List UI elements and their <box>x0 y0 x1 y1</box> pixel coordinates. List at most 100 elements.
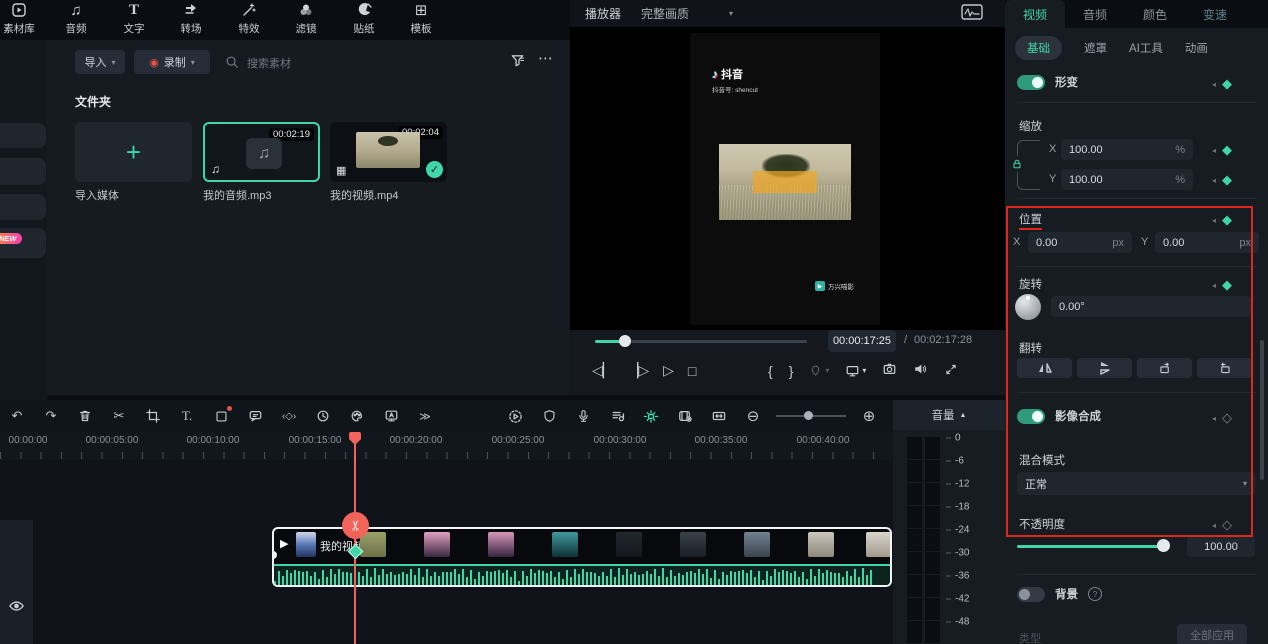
help-icon[interactable]: ? <box>1088 587 1102 601</box>
preview-quality-button[interactable] <box>672 405 698 427</box>
tab-filters[interactable]: 滤镜 <box>284 2 328 39</box>
scale-x-keyframe[interactable]: ◂◆ <box>1212 142 1232 158</box>
tab-speed[interactable]: 变速 <box>1185 0 1245 28</box>
rotate-dial[interactable] <box>1015 294 1041 320</box>
media-item-video[interactable]: 00:02:04 ▦ ✓ <box>330 122 447 182</box>
text-tool-button[interactable]: T. <box>174 405 200 427</box>
clip-left-handle[interactable] <box>272 551 277 559</box>
speed-button[interactable] <box>310 405 336 427</box>
fullscreen-button[interactable] <box>944 363 958 379</box>
play-button[interactable]: ▷ <box>663 362 674 379</box>
search-box[interactable]: 搜索素材 <box>225 51 475 75</box>
filter-button[interactable] <box>510 53 525 71</box>
audio-mixer-button[interactable] <box>604 405 630 427</box>
compositing-keyframe[interactable]: ◂◇ <box>1212 410 1232 426</box>
clip-play-icon[interactable]: ▶ <box>280 537 288 550</box>
next-frame-button[interactable]: ▕▷ <box>628 362 650 379</box>
mark-in-button[interactable]: { <box>768 363 773 379</box>
tab-color[interactable]: 颜色 <box>1125 0 1185 28</box>
apply-all-button[interactable]: 全部应用 <box>1177 624 1247 644</box>
rotate-cw-button[interactable] <box>1137 358 1192 378</box>
position-y-input[interactable]: 0.00px <box>1155 232 1259 253</box>
import-button[interactable]: 导入▾ <box>75 50 125 74</box>
sidebar-item[interactable]: NEW <box>0 228 46 258</box>
mask-tool-button[interactable] <box>208 405 234 427</box>
opacity-slider[interactable] <box>1017 545 1165 548</box>
tab-media-library[interactable]: 素材库 <box>0 2 41 39</box>
smart-edit-button[interactable] <box>638 405 664 427</box>
snapshot-button[interactable] <box>882 362 897 379</box>
background-toggle[interactable] <box>1017 587 1045 602</box>
shield-button[interactable] <box>536 405 562 427</box>
volume-button[interactable] <box>913 362 928 379</box>
zoom-in-button[interactable]: ⊕ <box>856 405 882 427</box>
crop-button[interactable] <box>140 405 166 427</box>
rotate-input[interactable]: 0.00° <box>1051 296 1251 317</box>
tab-transition[interactable]: 转场 <box>169 2 213 39</box>
quality-dropdown[interactable]: 完整画质▾ <box>641 5 733 22</box>
track1-visibility-eye-icon[interactable] <box>9 600 24 615</box>
seek-knob[interactable] <box>619 335 631 347</box>
compositing-toggle[interactable] <box>1017 409 1045 424</box>
waveform-monitor-button[interactable] <box>961 4 983 23</box>
subtab-basic[interactable]: 基础 <box>1015 36 1062 60</box>
delete-button[interactable] <box>72 405 98 427</box>
lock-icon[interactable] <box>1009 156 1025 172</box>
opacity-value[interactable]: 100.00 <box>1187 536 1255 557</box>
undo-button[interactable]: ↶ <box>4 405 30 427</box>
tab-stickers[interactable]: 贴纸 <box>342 2 386 39</box>
tab-audio-props[interactable]: 音频 <box>1065 0 1125 28</box>
redo-button[interactable]: ↷ <box>38 405 64 427</box>
zoom-out-button[interactable]: ⊖ <box>740 405 766 427</box>
rotate-ccw-button[interactable] <box>1197 358 1252 378</box>
split-button[interactable]: ✂ <box>106 405 132 427</box>
transform-keyframe[interactable]: ◂◆ <box>1212 76 1232 92</box>
tab-audio[interactable]: ♫ 音频 <box>54 2 98 39</box>
subtab-ai-tools[interactable]: AI工具 <box>1129 40 1163 56</box>
media-item-audio[interactable]: 00:02:19 ♫ ♫ <box>203 122 320 182</box>
timeline-clip-video[interactable]: ▶ 我的视频 <box>272 527 892 587</box>
tab-templates[interactable]: ⊞ 模板 <box>399 2 443 39</box>
tab-video[interactable]: 视频 <box>1005 0 1065 28</box>
tab-text[interactable]: T 文字 <box>112 2 156 39</box>
playhead-split-scissors-button[interactable]: ✂ <box>342 512 369 539</box>
auto-caption-button[interactable] <box>378 405 404 427</box>
position-keyframe[interactable]: ◂◆ <box>1212 212 1232 228</box>
speech-to-text-button[interactable] <box>242 405 268 427</box>
subtab-mask[interactable]: 遮罩 <box>1084 40 1107 56</box>
sidebar-item[interactable] <box>0 123 46 148</box>
voiceover-mic-button[interactable] <box>570 405 596 427</box>
timeline-ruler[interactable]: 00:00:00 00:00:05:00 00:00:10:00 00:00:1… <box>0 432 893 460</box>
sidebar-item[interactable] <box>0 194 46 220</box>
import-media-tile[interactable]: + <box>75 122 192 182</box>
panel-scrollbar[interactable] <box>1260 340 1264 480</box>
more-tools-button[interactable]: ≫ <box>412 405 438 427</box>
fit-timeline-button[interactable] <box>706 405 732 427</box>
scale-y-keyframe[interactable]: ◂◆ <box>1212 172 1232 188</box>
timeline-zoom-slider[interactable] <box>776 415 846 417</box>
volume-header[interactable]: 音量 ▲ <box>893 400 1005 430</box>
keyframe-button[interactable]: ‹◇› <box>276 405 302 427</box>
display-mode-button[interactable]: ▾ <box>845 364 866 378</box>
record-button[interactable]: ◉ 录制▾ <box>134 50 210 74</box>
blend-mode-dropdown[interactable]: 正常▾ <box>1017 472 1255 495</box>
scale-y-input[interactable]: 100.00% <box>1061 169 1193 190</box>
opacity-slider-knob[interactable] <box>1157 539 1170 552</box>
mark-out-button[interactable]: } <box>789 363 794 379</box>
subtab-animation[interactable]: 动画 <box>1185 40 1211 56</box>
position-x-input[interactable]: 0.00px <box>1028 232 1132 253</box>
rotate-keyframe[interactable]: ◂◆ <box>1212 277 1232 293</box>
video-canvas[interactable]: ♪ 抖音 抖音号: shencut ▶ 万兴喵影 <box>690 33 880 325</box>
prev-frame-button[interactable]: ◁▏ <box>592 362 614 379</box>
transform-toggle[interactable] <box>1017 75 1045 90</box>
flip-vertical-button[interactable] <box>1077 358 1132 378</box>
color-palette-button[interactable] <box>344 405 370 427</box>
tab-effects[interactable]: 特效 <box>227 2 271 39</box>
sidebar-item[interactable] <box>0 158 46 185</box>
scale-x-input[interactable]: 100.00% <box>1061 139 1193 160</box>
stop-button[interactable]: □ <box>688 363 696 379</box>
opacity-keyframe[interactable]: ◂◇ <box>1212 517 1232 533</box>
flip-horizontal-button[interactable] <box>1017 358 1072 378</box>
more-options-button[interactable]: ⋯ <box>538 49 554 67</box>
render-preview-button[interactable] <box>502 405 528 427</box>
